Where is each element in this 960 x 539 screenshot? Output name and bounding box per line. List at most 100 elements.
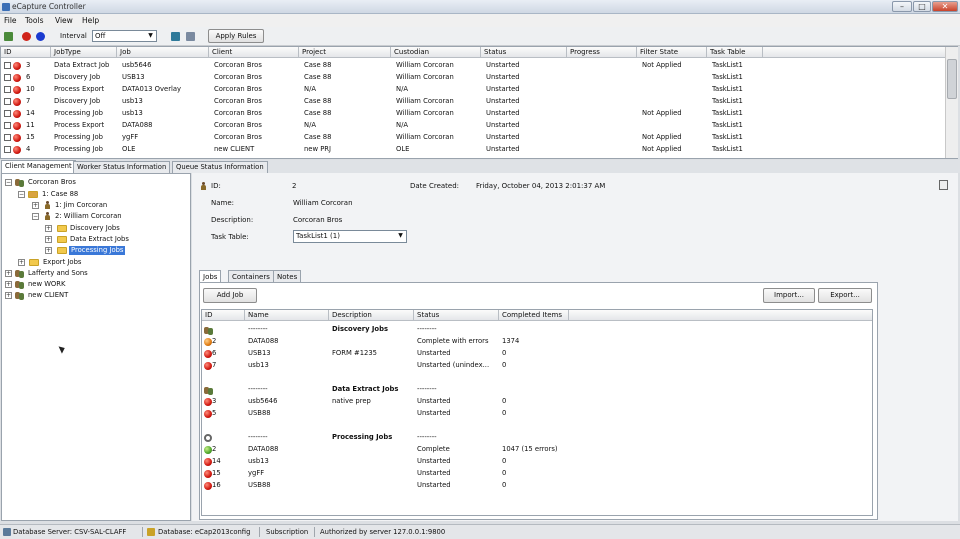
col-filler bbox=[569, 310, 872, 321]
col-job[interactable]: Job bbox=[117, 47, 209, 58]
expand-icon[interactable]: + bbox=[18, 259, 25, 266]
tree-client-lafferty[interactable]: Lafferty and Sons bbox=[28, 269, 88, 278]
row-checkbox[interactable] bbox=[4, 86, 11, 93]
col-custodian[interactable]: Custodian bbox=[391, 47, 481, 58]
tree-export-jobs[interactable]: Export Jobs bbox=[43, 258, 81, 267]
tree-data-extract-jobs[interactable]: Data Extract Jobs bbox=[70, 235, 129, 244]
col-client[interactable]: Client bbox=[209, 47, 299, 58]
cell-id: 15 bbox=[212, 469, 221, 477]
expand-icon[interactable]: + bbox=[5, 281, 12, 288]
maximize-button[interactable]: □ bbox=[913, 1, 931, 12]
table-row[interactable]: 14 usb13 Unstarted 0 bbox=[202, 456, 872, 468]
table-row[interactable]: 7 Discovery Job usb13 Corcoran Bros Case 88 W… bbox=[1, 96, 945, 108]
table-row[interactable]: 2 DATA088 Complete 1047 (15 errors) bbox=[202, 444, 872, 456]
menu-file[interactable]: File bbox=[4, 16, 17, 25]
menu-help[interactable]: Help bbox=[82, 16, 99, 25]
col-id[interactable]: ID bbox=[1, 47, 51, 58]
expand-icon[interactable]: + bbox=[45, 225, 52, 232]
col-id[interactable]: ID bbox=[202, 310, 245, 321]
tree-custodian-william[interactable]: 2: William Corcoran bbox=[55, 212, 122, 221]
cell-jobtype: Processing Job bbox=[54, 109, 103, 117]
tree-custodian-jim[interactable]: 1: Jim Corcoran bbox=[55, 201, 107, 210]
grid-icon[interactable] bbox=[171, 32, 180, 41]
id-label: ID: bbox=[211, 182, 221, 190]
import-button[interactable]: Import... bbox=[763, 288, 815, 303]
col-status[interactable]: Status bbox=[481, 47, 567, 58]
close-button[interactable]: ✕ bbox=[932, 1, 958, 12]
scrollbar-thumb[interactable] bbox=[947, 59, 957, 99]
table-row[interactable]: 11 Process Export DATA088 Corcoran Bros N/A N… bbox=[1, 120, 945, 132]
columns-icon[interactable] bbox=[186, 32, 195, 41]
table-row[interactable]: 5 USB88 Unstarted 0 bbox=[202, 408, 872, 420]
expand-icon[interactable]: + bbox=[45, 247, 52, 254]
table-row[interactable]: 3 Data Extract Job usb5646 Corcoran Bros Cas… bbox=[1, 60, 945, 72]
collapse-icon[interactable]: − bbox=[32, 213, 39, 220]
group-row[interactable]: -------- Processing Jobs -------- bbox=[202, 432, 872, 444]
minimize-button[interactable]: – bbox=[892, 1, 912, 12]
tab-worker-status[interactable]: Worker Status Information bbox=[73, 161, 171, 173]
stop-icon[interactable] bbox=[22, 32, 31, 41]
col-name[interactable]: Name bbox=[245, 310, 329, 321]
refresh-icon[interactable] bbox=[4, 32, 13, 41]
jobs-scrollbar[interactable] bbox=[945, 47, 958, 158]
cell-project: N/A bbox=[304, 121, 317, 129]
table-row[interactable]: 3 usb5646 native prep Unstarted 0 bbox=[202, 396, 872, 408]
table-row[interactable]: 15 ygFF Unstarted 0 bbox=[202, 468, 872, 480]
tab-client-management[interactable]: Client Management bbox=[1, 160, 76, 173]
collapse-icon[interactable]: − bbox=[5, 179, 12, 186]
notes-icon[interactable] bbox=[939, 180, 948, 190]
expand-icon[interactable]: + bbox=[32, 202, 39, 209]
group-row[interactable]: -------- Discovery Jobs -------- bbox=[202, 324, 872, 336]
tree-client-corcoran[interactable]: Corcoran Bros bbox=[28, 178, 76, 187]
row-checkbox[interactable] bbox=[4, 62, 11, 69]
row-checkbox[interactable] bbox=[4, 74, 11, 81]
table-row[interactable]: 16 USB88 Unstarted 0 bbox=[202, 480, 872, 492]
cell-custodian: William Corcoran bbox=[396, 109, 454, 117]
export-button[interactable]: Export... bbox=[818, 288, 872, 303]
col-filter-state[interactable]: Filter State bbox=[637, 47, 707, 58]
row-checkbox[interactable] bbox=[4, 110, 11, 117]
tree-discovery-jobs[interactable]: Discovery Jobs bbox=[70, 224, 120, 233]
table-row[interactable]: 4 Processing Job OLE new CLIENT new PRJ OLE Un… bbox=[1, 144, 945, 156]
interval-label: Interval bbox=[60, 32, 87, 40]
col-jobtype[interactable]: JobType bbox=[51, 47, 117, 58]
cell-id: 14 bbox=[26, 109, 35, 117]
cell-task-table: TaskList1 bbox=[712, 109, 743, 117]
tree-processing-jobs[interactable]: Processing Jobs bbox=[69, 246, 126, 255]
menu-view[interactable]: View bbox=[55, 16, 73, 25]
tree-case-88[interactable]: 1: Case 88 bbox=[42, 190, 78, 199]
row-checkbox[interactable] bbox=[4, 134, 11, 141]
table-row[interactable]: 7 usb13 Unstarted (unindex... 0 bbox=[202, 360, 872, 372]
start-icon[interactable] bbox=[36, 32, 45, 41]
col-task-table[interactable]: Task Table bbox=[707, 47, 763, 58]
task-table-select[interactable]: TaskList1 (1) ▼ bbox=[293, 230, 407, 243]
table-row[interactable]: 10 Process Export DATA013 Overlay Corcoran … bbox=[1, 84, 945, 96]
add-job-button[interactable]: Add Job bbox=[203, 288, 257, 303]
col-completed-items[interactable]: Completed Items bbox=[499, 310, 569, 321]
tab-queue-status[interactable]: Queue Status Information bbox=[172, 161, 268, 173]
col-status[interactable]: Status bbox=[414, 310, 499, 321]
menu-tools[interactable]: Tools bbox=[25, 16, 43, 25]
table-row[interactable]: 6 Discovery Job USB13 Corcoran Bros Case 88 W… bbox=[1, 72, 945, 84]
row-checkbox[interactable] bbox=[4, 146, 11, 153]
collapse-icon[interactable]: − bbox=[18, 191, 25, 198]
table-row[interactable]: 14 Processing Job usb13 Corcoran Bros Case 8… bbox=[1, 108, 945, 120]
row-checkbox[interactable] bbox=[4, 98, 11, 105]
cell-id: 7 bbox=[26, 97, 31, 105]
cell-id: 15 bbox=[26, 133, 35, 141]
expand-icon[interactable]: + bbox=[5, 292, 12, 299]
table-row[interactable]: 15 Processing Job ygFF Corcoran Bros Case 88… bbox=[1, 132, 945, 144]
tree-client-new-work[interactable]: new WORK bbox=[28, 280, 65, 289]
expand-icon[interactable]: + bbox=[45, 236, 52, 243]
row-checkbox[interactable] bbox=[4, 122, 11, 129]
table-row[interactable]: 6 USB13 FORM #1235 Unstarted 0 bbox=[202, 348, 872, 360]
expand-icon[interactable]: + bbox=[5, 270, 12, 277]
col-progress[interactable]: Progress bbox=[567, 47, 637, 58]
interval-select[interactable]: Off ▼ bbox=[92, 30, 157, 42]
group-row[interactable]: -------- Data Extract Jobs -------- bbox=[202, 384, 872, 396]
table-row[interactable]: 2 DATA088 Complete with errors 1374 bbox=[202, 336, 872, 348]
col-description[interactable]: Description bbox=[329, 310, 414, 321]
apply-rules-button[interactable]: Apply Rules bbox=[208, 29, 264, 43]
col-project[interactable]: Project bbox=[299, 47, 391, 58]
tree-client-new-client[interactable]: new CLIENT bbox=[28, 291, 68, 300]
